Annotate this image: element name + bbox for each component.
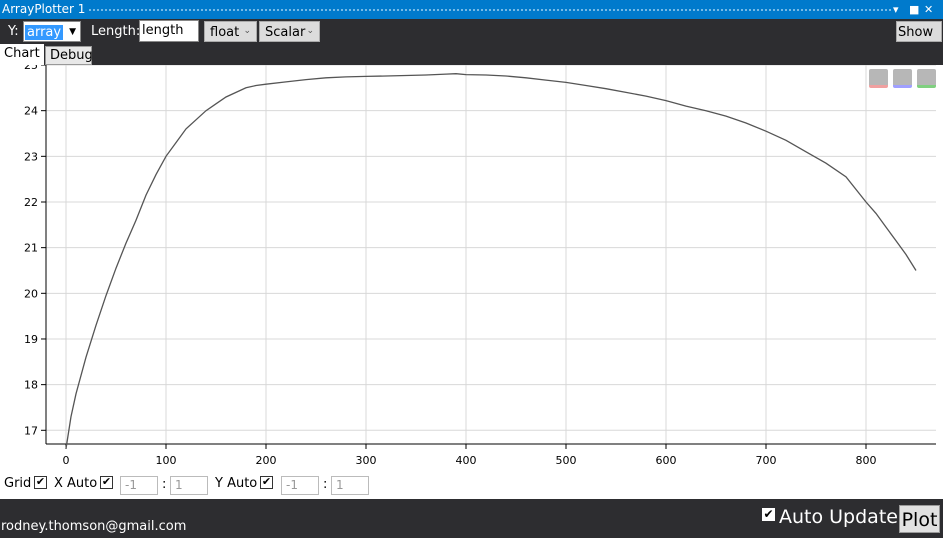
- series-blue-button[interactable]: [893, 69, 912, 88]
- y-tick-label: 17: [24, 424, 38, 437]
- type-select[interactable]: float ⌄: [204, 21, 257, 42]
- y-tick-label: 22: [24, 196, 38, 209]
- y-auto-label: Y Auto: [215, 476, 258, 491]
- close-icon[interactable]: ✕: [924, 0, 933, 19]
- maximize-icon[interactable]: ■: [909, 0, 919, 19]
- plot-button[interactable]: Plot: [899, 505, 940, 533]
- y-tick-label: 24: [24, 105, 38, 118]
- type-value: float: [210, 25, 240, 40]
- mode-value: Scalar: [265, 25, 306, 40]
- x-tick-label: 0: [63, 454, 70, 467]
- auto-update-label: Auto Update: [779, 506, 898, 528]
- y-variable-select[interactable]: array ▼: [23, 21, 81, 42]
- y-tick-label: 20: [24, 287, 38, 300]
- y-auto-checkbox[interactable]: ✔: [260, 476, 273, 489]
- window-title: ArrayPlotter 1: [2, 2, 86, 16]
- series-red-button[interactable]: [869, 69, 888, 88]
- tab-strip: Chart Debug: [0, 44, 943, 65]
- axis-controls: Grid ✔ X Auto ✔ -1 : 1 Y Auto ✔ -1 : 1: [0, 470, 943, 499]
- series-green-button[interactable]: [917, 69, 936, 88]
- y-tick-label: 25: [24, 65, 38, 72]
- chevron-down-icon: ⌄: [306, 26, 314, 36]
- y-tick-label: 23: [24, 150, 38, 163]
- window-menu-icon[interactable]: ▾: [893, 0, 899, 19]
- y-tick-label: 18: [24, 379, 38, 392]
- toolbar: Y: array ▼ Length: length float ⌄ Scalar…: [0, 19, 943, 61]
- length-input[interactable]: length: [139, 20, 199, 42]
- y-min-input[interactable]: -1: [281, 476, 319, 495]
- grid-checkbox[interactable]: ✔: [34, 476, 47, 489]
- x-auto-checkbox[interactable]: ✔: [100, 476, 113, 489]
- x-tick-label: 700: [756, 454, 777, 467]
- x-tick-label: 400: [456, 454, 477, 467]
- mode-select[interactable]: Scalar ⌄: [259, 21, 320, 42]
- y-range-separator: :: [323, 477, 328, 492]
- x-max-input[interactable]: 1: [170, 476, 208, 495]
- x-tick-label: 200: [256, 454, 277, 467]
- y-tick-label: 19: [24, 333, 38, 346]
- chevron-down-icon: ▼: [69, 27, 76, 37]
- y-label: Y:: [8, 24, 19, 39]
- x-tick-label: 300: [356, 454, 377, 467]
- title-bar: ArrayPlotter 1 ▾ ■ ✕: [0, 0, 943, 19]
- auto-update-checkbox[interactable]: ✔: [762, 508, 775, 521]
- y-variable-value: array: [25, 25, 64, 40]
- x-tick-label: 800: [856, 454, 877, 467]
- tab-debug[interactable]: Debug: [45, 46, 93, 65]
- x-tick-label: 600: [656, 454, 677, 467]
- series-line-0: [65, 73, 917, 449]
- y-tick-label: 21: [24, 242, 38, 255]
- chevron-down-icon: ⌄: [243, 26, 251, 36]
- y-max-input[interactable]: 1: [331, 476, 369, 495]
- x-min-input[interactable]: -1: [120, 476, 158, 495]
- x-tick-label: 100: [156, 454, 177, 467]
- title-grip: [88, 8, 893, 12]
- show-x-button[interactable]: Show X: [896, 21, 942, 61]
- x-tick-label: 500: [556, 454, 577, 467]
- grid-label: Grid: [4, 476, 32, 491]
- tab-chart[interactable]: Chart: [0, 44, 44, 65]
- length-label: Length:: [91, 24, 141, 39]
- author-email: rodney.thomson@gmail.com: [1, 519, 187, 534]
- line-chart[interactable]: 0 100 200 300 400 500 600 700 800 17 18 19 20 21 22 23 2…: [0, 65, 943, 470]
- x-auto-label: X Auto: [54, 476, 98, 491]
- status-bar: rodney.thomson@gmail.com ✔ Auto Update P…: [0, 499, 943, 538]
- x-range-separator: :: [162, 477, 167, 492]
- chart-area: 0 100 200 300 400 500 600 700 800 17 18 19 20 21 22 23 2…: [0, 65, 943, 499]
